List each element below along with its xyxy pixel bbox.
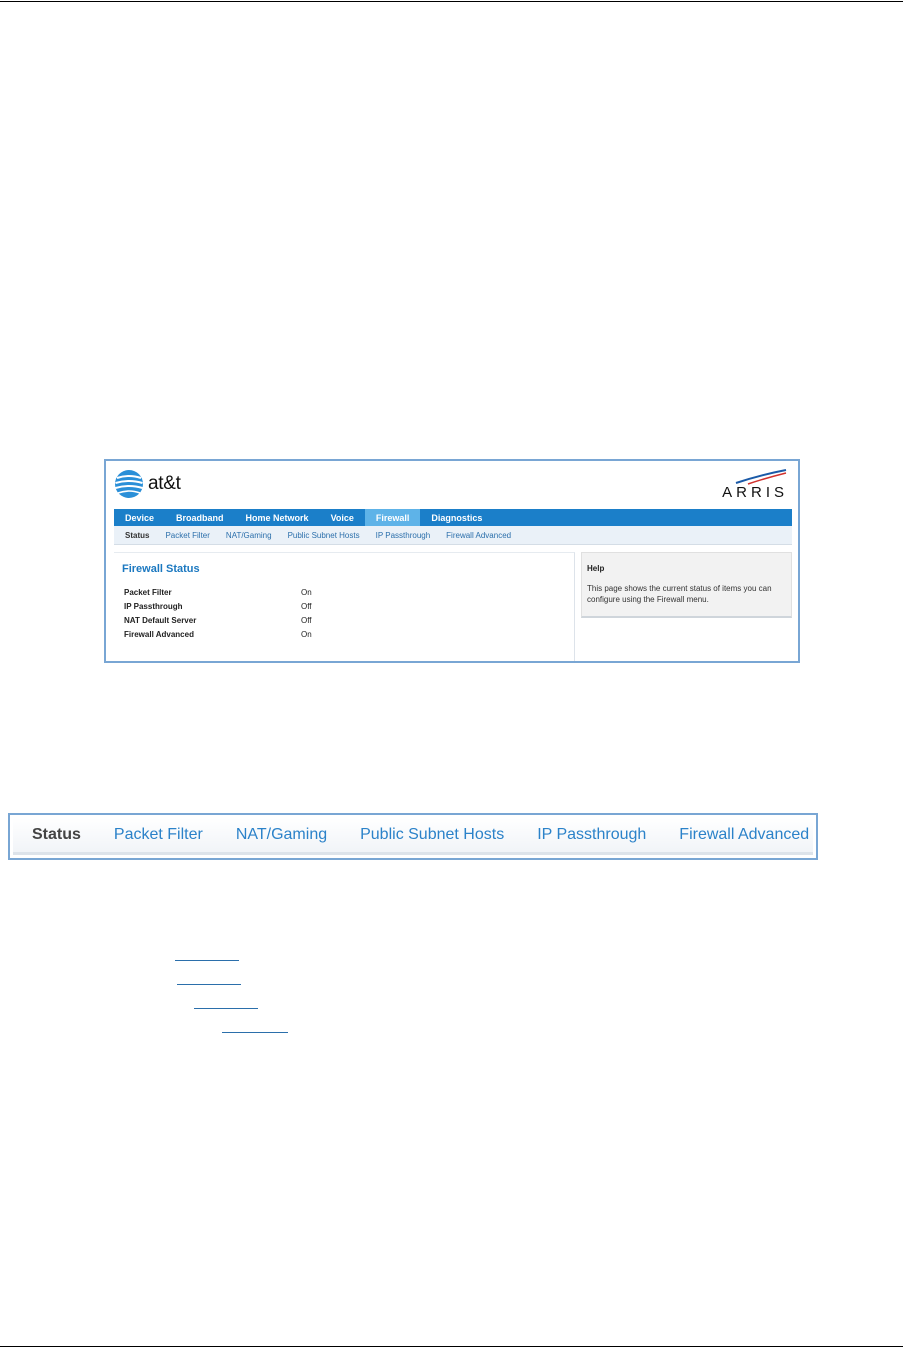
tab-device[interactable]: Device [114,509,165,526]
status-label: NAT Default Server [124,616,197,625]
subtab-packet-filter[interactable]: Packet Filter [157,531,217,540]
tab-voice[interactable]: Voice [320,509,365,526]
subtab-firewall-advanced[interactable]: Firewall Advanced [438,531,519,540]
status-label: IP Passthrough [124,602,183,611]
help-panel: Help This page shows the current status … [581,552,792,618]
zoom-subtab-nat-gaming[interactable]: NAT/Gaming [236,826,327,844]
att-logo: at&t [114,467,181,501]
cross-reference-link[interactable] [177,984,241,985]
help-text: This page shows the current status of it… [587,584,772,604]
status-value: On [301,630,312,639]
sub-nav: Status Packet Filter NAT/Gaming Public S… [114,526,792,545]
page-top-rule [0,1,903,2]
status-label: Packet Filter [124,588,172,597]
att-globe-icon [115,470,143,498]
zoom-subtab-status[interactable]: Status [32,826,81,844]
arris-logo: ARRIS [708,469,788,501]
status-value: On [301,588,312,597]
help-title: Help [587,564,605,573]
status-value: Off [301,616,312,625]
cross-reference-link[interactable] [175,960,239,961]
tab-home-network[interactable]: Home Network [235,509,320,526]
status-row-nat-default-server: NAT Default Server Off [124,616,424,629]
subtab-public-subnet-hosts[interactable]: Public Subnet Hosts [280,531,368,540]
subtab-status[interactable]: Status [114,531,157,540]
tab-broadband[interactable]: Broadband [165,509,235,526]
status-row-packet-filter: Packet Filter On [124,588,424,601]
panel-title: Firewall Status [122,563,200,575]
status-row-ip-passthrough: IP Passthrough Off [124,602,424,615]
zoom-subtab-firewall-advanced[interactable]: Firewall Advanced [679,826,809,844]
cross-reference-link[interactable] [222,1032,288,1033]
firewall-status-panel: Firewall Status Packet Filter On IP Pass… [114,552,575,661]
tab-firewall[interactable]: Firewall [364,509,421,526]
status-label: Firewall Advanced [124,630,194,639]
main-nav: Device Broadband Home Network Voice Fire… [114,509,792,526]
partner-name: ARRIS [722,484,788,501]
zoomed-subnav: Status Packet Filter NAT/Gaming Public S… [8,813,818,860]
page-bottom-rule [0,1346,903,1347]
router-ui-screenshot: at&t ARRIS Device Broadband Home Network… [104,459,800,663]
status-value: Off [301,602,312,611]
cross-reference-link[interactable] [194,1008,258,1009]
zoomed-subnav-inner: Status Packet Filter NAT/Gaming Public S… [13,818,813,855]
zoom-subtab-packet-filter[interactable]: Packet Filter [114,826,203,844]
zoom-subtab-ip-passthrough[interactable]: IP Passthrough [537,826,646,844]
subtab-nat-gaming[interactable]: NAT/Gaming [218,531,280,540]
zoom-subtab-public-subnet-hosts[interactable]: Public Subnet Hosts [360,826,504,844]
subtab-ip-passthrough[interactable]: IP Passthrough [368,531,439,540]
status-row-firewall-advanced: Firewall Advanced On [124,630,424,643]
tab-diagnostics[interactable]: Diagnostics [420,509,493,526]
brand-name: at&t [148,473,181,494]
